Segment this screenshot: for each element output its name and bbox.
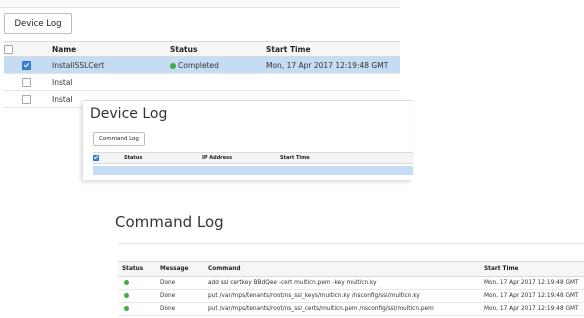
status-success-icon bbox=[124, 293, 129, 298]
command-start-time: Mon, 17 Apr 2017 12:19:48 GMT bbox=[480, 302, 584, 316]
table-row[interactable]: Done put /var/mps/tenants/root/ns_ssl_ke… bbox=[118, 289, 584, 303]
status-completed-icon bbox=[170, 62, 176, 69]
command-status bbox=[118, 276, 156, 290]
select-all-checkbox-checked[interactable] bbox=[93, 154, 99, 161]
table-row[interactable]: Instal bbox=[4, 73, 400, 91]
column-header-ip-address[interactable]: IP Address bbox=[199, 152, 277, 164]
select-all-checkbox[interactable] bbox=[4, 44, 13, 54]
command-message: Done bbox=[156, 289, 204, 303]
device-log-table: Status IP Address Start Time bbox=[93, 152, 413, 164]
command-text: put /var/mps/tenants/root/ns_ssl_keys/mu… bbox=[204, 289, 480, 303]
command-start-time: Mon, 17 Apr 2017 12:19:48 GMT bbox=[480, 276, 584, 290]
command-log-table-header: Status Message Command Start Time bbox=[118, 261, 584, 277]
column-header-message[interactable]: Message bbox=[156, 261, 204, 277]
row-checkbox[interactable] bbox=[21, 94, 31, 104]
command-status bbox=[118, 289, 156, 303]
table-row[interactable]: Done add ssl certkey BBdQee -cert multic… bbox=[118, 276, 584, 290]
row-checkbox-cell[interactable] bbox=[4, 90, 48, 108]
device-log-button[interactable]: Device Log bbox=[4, 13, 72, 34]
row-checkbox[interactable] bbox=[21, 77, 31, 87]
row-checkbox-checked[interactable] bbox=[21, 60, 31, 70]
panel-divider bbox=[83, 100, 413, 101]
select-all-header[interactable] bbox=[93, 152, 121, 164]
row-checkbox-cell[interactable] bbox=[4, 73, 48, 91]
top-toolbar-strip bbox=[0, 0, 400, 8]
job-status: Completed bbox=[166, 56, 262, 74]
command-log-panel: Command Log Status Message Command Start… bbox=[115, 206, 584, 318]
row-checkbox-cell[interactable] bbox=[4, 56, 48, 74]
status-success-icon bbox=[124, 306, 129, 311]
command-message: Done bbox=[156, 302, 204, 316]
status-success-icon bbox=[124, 280, 129, 285]
device-log-title: Device Log bbox=[90, 106, 168, 122]
command-log-button[interactable]: Command Log bbox=[93, 132, 145, 146]
column-header-status[interactable]: Status bbox=[166, 41, 262, 57]
column-header-command[interactable]: Command bbox=[204, 261, 480, 277]
jobs-panel: Device Log Name Status Start Time Instal… bbox=[0, 0, 400, 114]
column-header-start-time[interactable]: Start Time bbox=[262, 41, 400, 57]
job-name: InstallSSLCert bbox=[48, 56, 166, 74]
column-header-start-time[interactable]: Start Time bbox=[277, 152, 413, 164]
column-header-start-time[interactable]: Start Time bbox=[480, 261, 584, 277]
command-text: add ssl certkey BBdQee -cert multicn.pem… bbox=[204, 276, 480, 290]
command-message: Done bbox=[156, 276, 204, 290]
command-log-title: Command Log bbox=[115, 213, 224, 231]
select-all-header[interactable] bbox=[4, 41, 48, 57]
command-log-toolbar bbox=[118, 243, 584, 262]
jobs-table-header: Name Status Start Time bbox=[4, 41, 400, 57]
job-name: Instal bbox=[48, 73, 166, 91]
device-log-panel: Device Log Command Log Status IP Address… bbox=[83, 100, 413, 180]
column-header-status[interactable]: Status bbox=[118, 261, 156, 277]
column-header-status[interactable]: Status bbox=[121, 152, 199, 164]
job-status bbox=[166, 73, 262, 91]
command-start-time: Mon, 17 Apr 2017 12:19:48 GMT bbox=[480, 289, 584, 303]
job-start-time: Mon, 17 Apr 2017 12:19:48 GMT bbox=[262, 56, 400, 74]
column-header-name[interactable]: Name bbox=[48, 41, 166, 57]
table-row[interactable]: InstallSSLCert Completed Mon, 17 Apr 201… bbox=[4, 56, 400, 74]
jobs-table: Name Status Start Time InstallSSLCert Co… bbox=[4, 41, 400, 108]
job-status-label: Completed bbox=[178, 60, 219, 70]
table-row[interactable]: Done put /var/mps/tenants/root/ns_ssl_ce… bbox=[118, 302, 584, 316]
command-log-table: Status Message Command Start Time Done a… bbox=[118, 261, 584, 316]
command-text: put /var/mps/tenants/root/ns_ssl_certs/m… bbox=[204, 302, 480, 316]
job-start-time bbox=[262, 73, 400, 91]
selected-row[interactable] bbox=[93, 166, 413, 175]
command-status bbox=[118, 302, 156, 316]
device-log-table-header: Status IP Address Start Time bbox=[93, 152, 413, 164]
